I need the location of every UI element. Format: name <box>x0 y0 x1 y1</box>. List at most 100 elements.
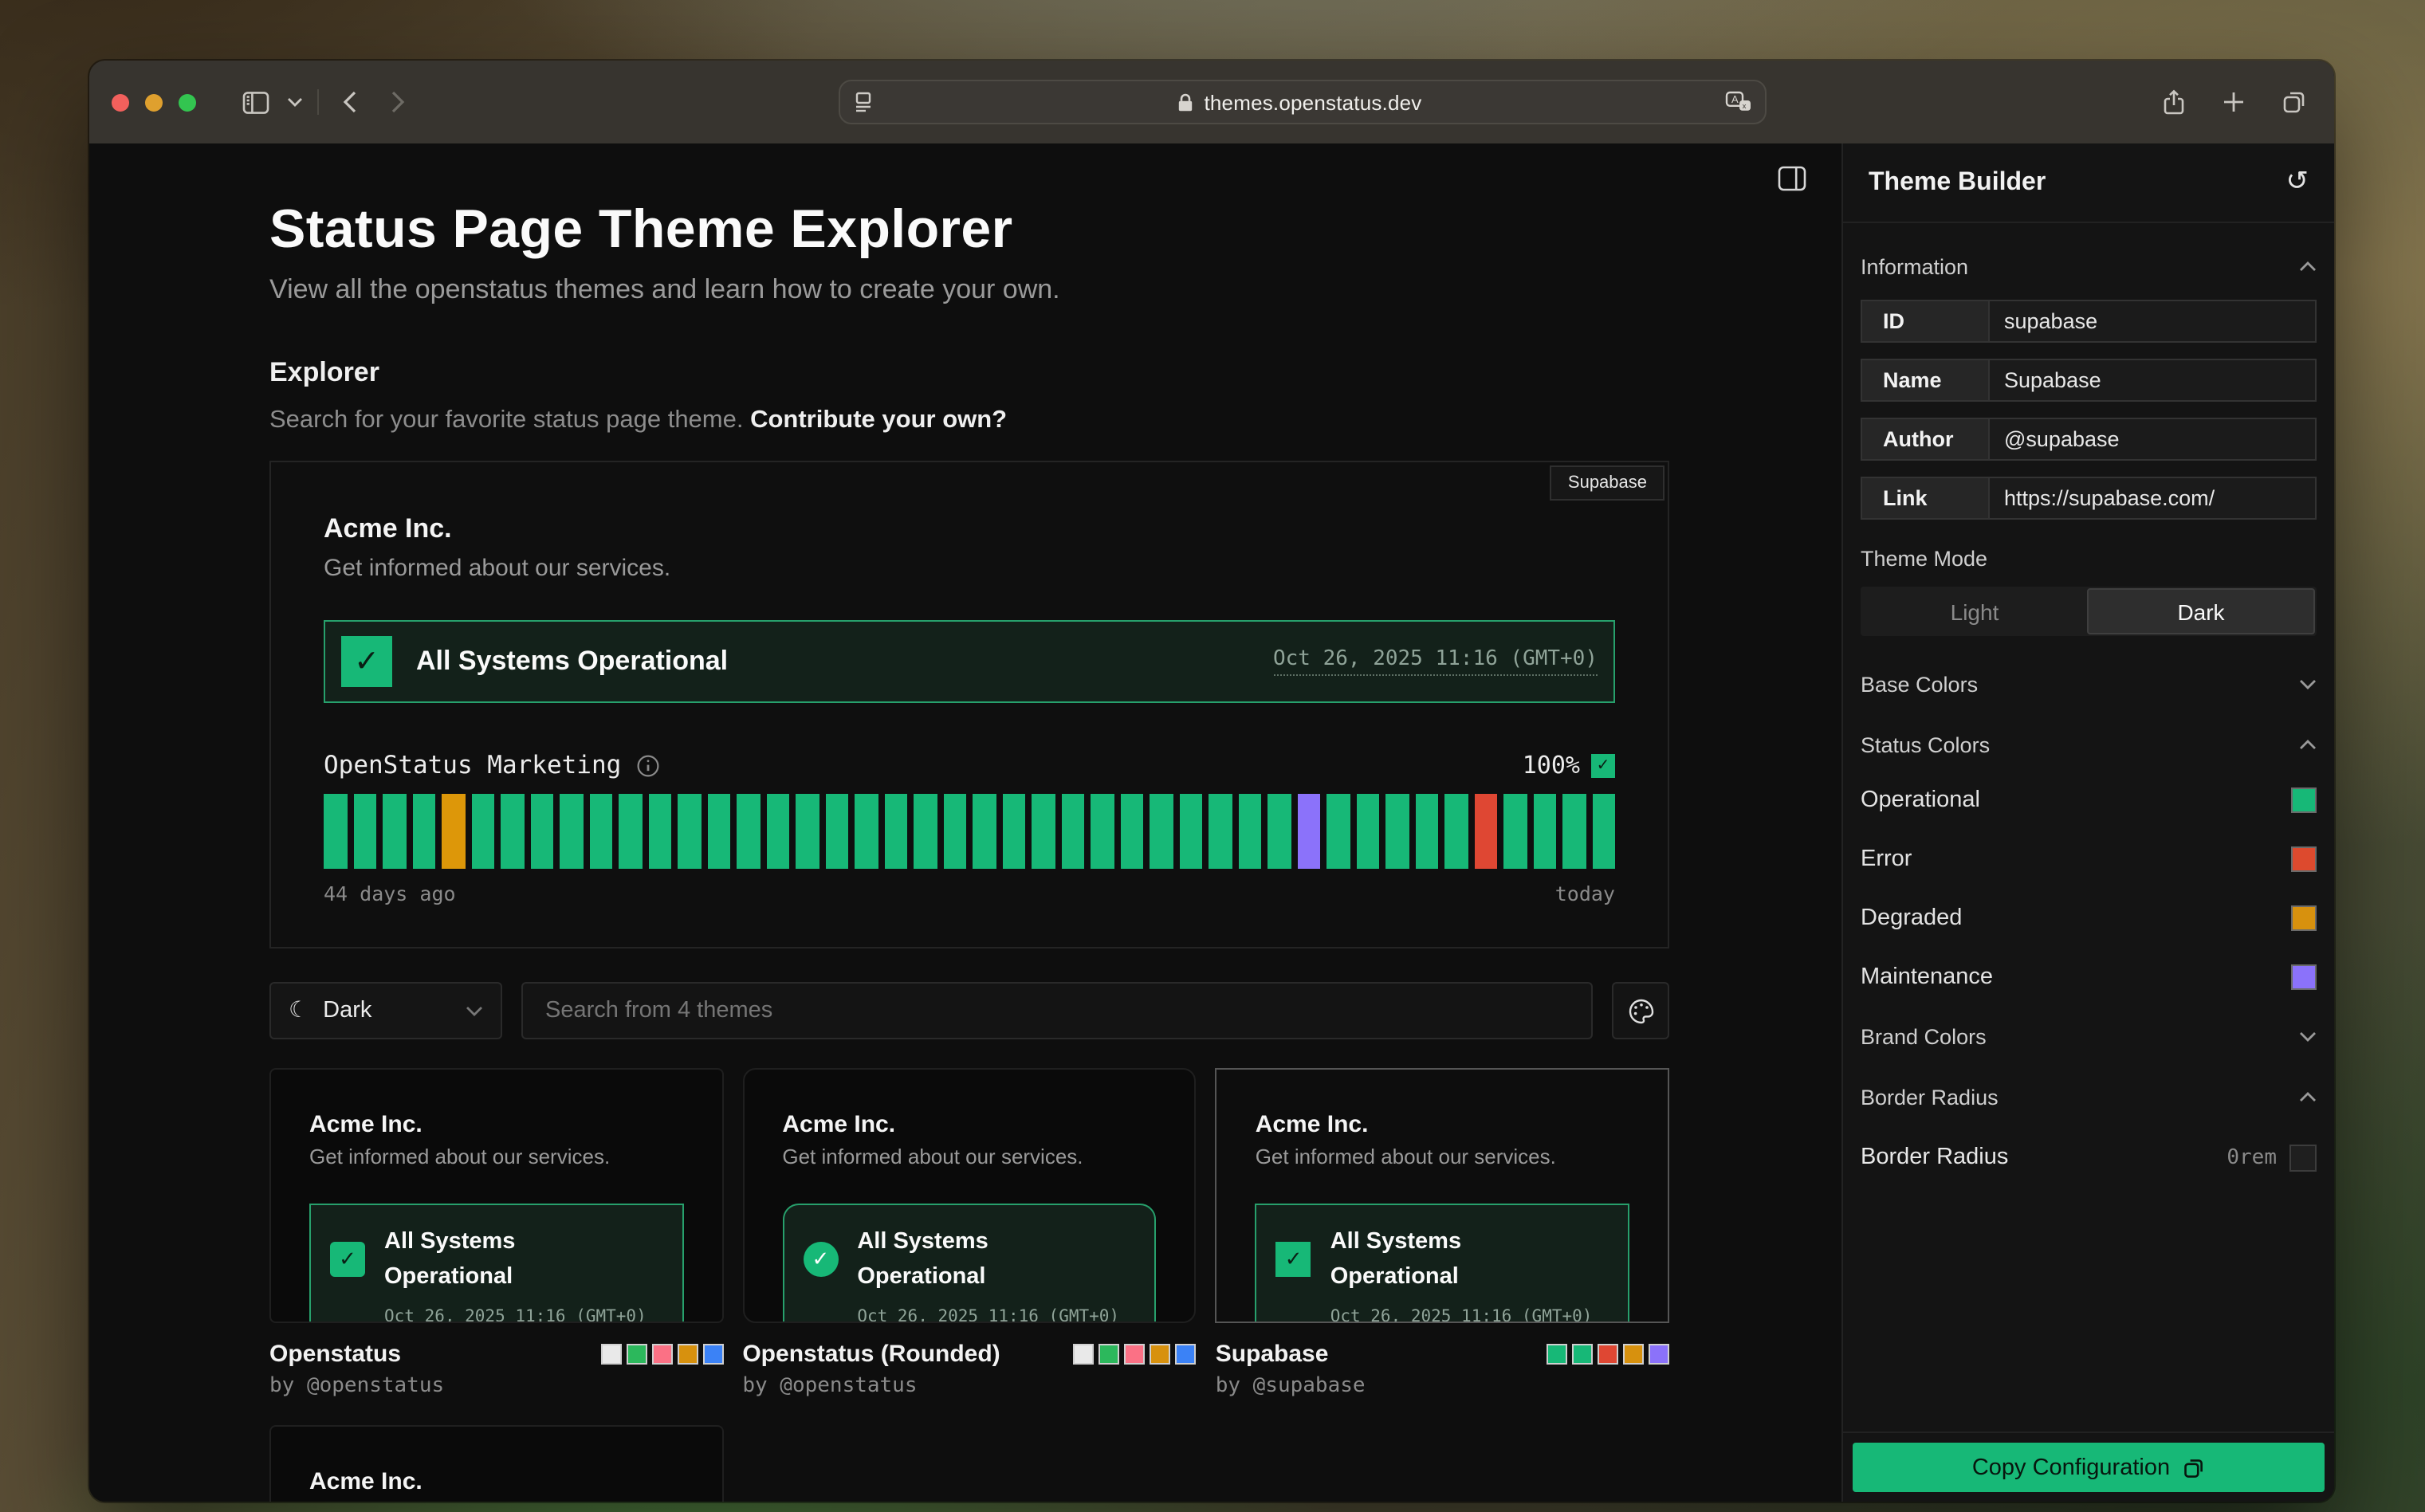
maintenance-color-swatch[interactable] <box>2291 964 2317 989</box>
theme-card-openstatus[interactable]: Acme Inc. Get informed about our service… <box>269 1068 723 1323</box>
theme-mode-light-button[interactable]: Light <box>1862 588 2087 634</box>
uptime-bar-operational[interactable] <box>766 794 789 869</box>
info-row-value-input[interactable]: https://supabase.com/ <box>1988 477 2317 520</box>
uptime-bar-operational[interactable] <box>737 794 760 869</box>
theme-author: by @supabase <box>1216 1374 1669 1398</box>
uptime-bar-operational[interactable] <box>1385 794 1409 869</box>
browser-sidebar-toggle-icon[interactable] <box>231 81 279 123</box>
uptime-bar-operational[interactable] <box>707 794 730 869</box>
uptime-bar-operational[interactable] <box>1150 794 1173 869</box>
section-base-colors[interactable]: Base Colors <box>1861 673 2317 697</box>
border-radius-swatch[interactable] <box>2289 1144 2317 1171</box>
info-row-label: Link <box>1861 477 1988 520</box>
translate-icon[interactable]: A x <box>1725 91 1752 113</box>
uptime-bar-operational[interactable] <box>973 794 996 869</box>
theme-card-openstatus-rounded[interactable]: Acme Inc. Get informed about our service… <box>742 1068 1196 1323</box>
uptime-bar-operational[interactable] <box>1326 794 1350 869</box>
uptime-bar-operational[interactable] <box>501 794 524 869</box>
zoom-window-button[interactable] <box>179 93 196 111</box>
uptime-bar-error[interactable] <box>1474 794 1497 869</box>
status-color-row-degraded: Degraded <box>1861 888 2317 947</box>
info-row-value-input[interactable]: supabase <box>1988 300 2317 343</box>
degraded-color-swatch[interactable] <box>2291 905 2317 930</box>
theme-name[interactable]: Supabase <box>1216 1341 1329 1368</box>
operational-color-swatch[interactable] <box>2291 787 2317 812</box>
reset-icon[interactable]: ↺ <box>2286 169 2309 196</box>
theme-name[interactable]: Openstatus (Rounded) <box>742 1341 1000 1368</box>
uptime-bar-operational[interactable] <box>1120 794 1143 869</box>
mini-company-description: Get informed about our services. <box>1256 1145 1629 1168</box>
contribute-link[interactable]: Contribute your own? <box>750 406 1007 434</box>
theme-card-partial[interactable]: Acme Inc. Get informed about our service… <box>269 1425 724 1502</box>
info-row-value-input[interactable]: @supabase <box>1988 418 2317 461</box>
section-status-colors[interactable]: Status Colors <box>1861 733 2317 757</box>
uptime-bar-operational[interactable] <box>796 794 819 869</box>
theme-card-supabase[interactable]: Acme Inc. Get informed about our service… <box>1216 1068 1669 1323</box>
palette-button[interactable] <box>1612 982 1669 1039</box>
close-window-button[interactable] <box>112 93 129 111</box>
uptime-bar-operational[interactable] <box>530 794 553 869</box>
uptime-bar-maintenance[interactable] <box>1297 794 1320 869</box>
uptime-bar-operational[interactable] <box>678 794 701 869</box>
uptime-bar-operational[interactable] <box>1061 794 1084 869</box>
uptime-bar-operational[interactable] <box>1268 794 1291 869</box>
uptime-bar-operational[interactable] <box>825 794 848 869</box>
uptime-bar-operational[interactable] <box>619 794 642 869</box>
section-information[interactable]: Information <box>1861 255 2317 279</box>
back-button[interactable] <box>325 81 373 123</box>
reader-view-icon[interactable] <box>853 91 874 113</box>
uptime-bar-operational[interactable] <box>324 794 347 869</box>
share-icon[interactable] <box>2149 81 2197 123</box>
uptime-bar-operational[interactable] <box>1503 794 1527 869</box>
theme-mode-dropdown[interactable]: ☾ Dark <box>269 982 502 1039</box>
section-brand-colors[interactable]: Brand Colors <box>1861 1025 2317 1049</box>
color-swatch <box>1125 1344 1146 1365</box>
uptime-bar-operational[interactable] <box>1238 794 1261 869</box>
uptime-bar-operational[interactable] <box>914 794 937 869</box>
tab-group-chevron-icon[interactable] <box>279 81 311 123</box>
uptime-bar-operational[interactable] <box>353 794 376 869</box>
uptime-bar-operational[interactable] <box>1091 794 1114 869</box>
theme-name[interactable]: Openstatus <box>269 1341 401 1368</box>
theme-mode-dark-button[interactable]: Dark <box>2087 588 2315 634</box>
uptime-bar-operational[interactable] <box>589 794 612 869</box>
mini-check-icon: ✓ <box>330 1243 365 1278</box>
uptime-bar-operational[interactable] <box>1002 794 1025 869</box>
uptime-bar-operational[interactable] <box>1415 794 1438 869</box>
mini-company-name: Acme Inc. <box>309 1468 684 1495</box>
uptime-bar-operational[interactable] <box>1209 794 1232 869</box>
uptime-bar-operational[interactable] <box>1444 794 1468 869</box>
uptime-bar-operational[interactable] <box>884 794 907 869</box>
minimize-window-button[interactable] <box>145 93 163 111</box>
copy-configuration-button[interactable]: Copy Configuration <box>1853 1443 2325 1492</box>
section-border-radius[interactable]: Border Radius <box>1861 1086 2317 1109</box>
uptime-bar-operational[interactable] <box>1562 794 1586 869</box>
uptime-bar-operational[interactable] <box>1533 794 1556 869</box>
uptime-bar-operational[interactable] <box>1032 794 1055 869</box>
uptime-bar-operational[interactable] <box>383 794 406 869</box>
uptime-bar-operational[interactable] <box>943 794 966 869</box>
uptime-bar-operational[interactable] <box>412 794 435 869</box>
search-input[interactable] <box>521 982 1593 1039</box>
builder-panel-toggle-icon[interactable] <box>1778 166 1806 191</box>
uptime-bar-operational[interactable] <box>648 794 671 869</box>
info-icon[interactable] <box>635 753 659 777</box>
uptime-bar-operational[interactable] <box>471 794 494 869</box>
status-color-label: Operational <box>1861 787 1980 812</box>
mini-company-name: Acme Inc. <box>1256 1111 1629 1138</box>
error-color-swatch[interactable] <box>2291 846 2317 871</box>
new-tab-icon[interactable] <box>2210 81 2258 123</box>
address-bar[interactable]: themes.openstatus.dev A x <box>839 80 1767 124</box>
tab-overview-icon[interactable] <box>2270 81 2318 123</box>
uptime-bar-operational[interactable] <box>855 794 878 869</box>
info-row-value-input[interactable]: Supabase <box>1988 359 2317 402</box>
forward-button[interactable] <box>373 81 421 123</box>
uptime-bar-degraded[interactable] <box>442 794 465 869</box>
uptime-bar-operational[interactable] <box>560 794 583 869</box>
url-domain[interactable]: themes.openstatus.dev <box>1204 90 1421 114</box>
uptime-bar-operational[interactable] <box>1179 794 1202 869</box>
operational-check-icon: ✓ <box>341 636 392 687</box>
uptime-bar-operational[interactable] <box>1356 794 1379 869</box>
uptime-bar-operational[interactable] <box>1592 794 1615 869</box>
status-banner-timestamp[interactable]: Oct 26, 2025 11:16 (GMT+0) <box>1273 647 1598 676</box>
